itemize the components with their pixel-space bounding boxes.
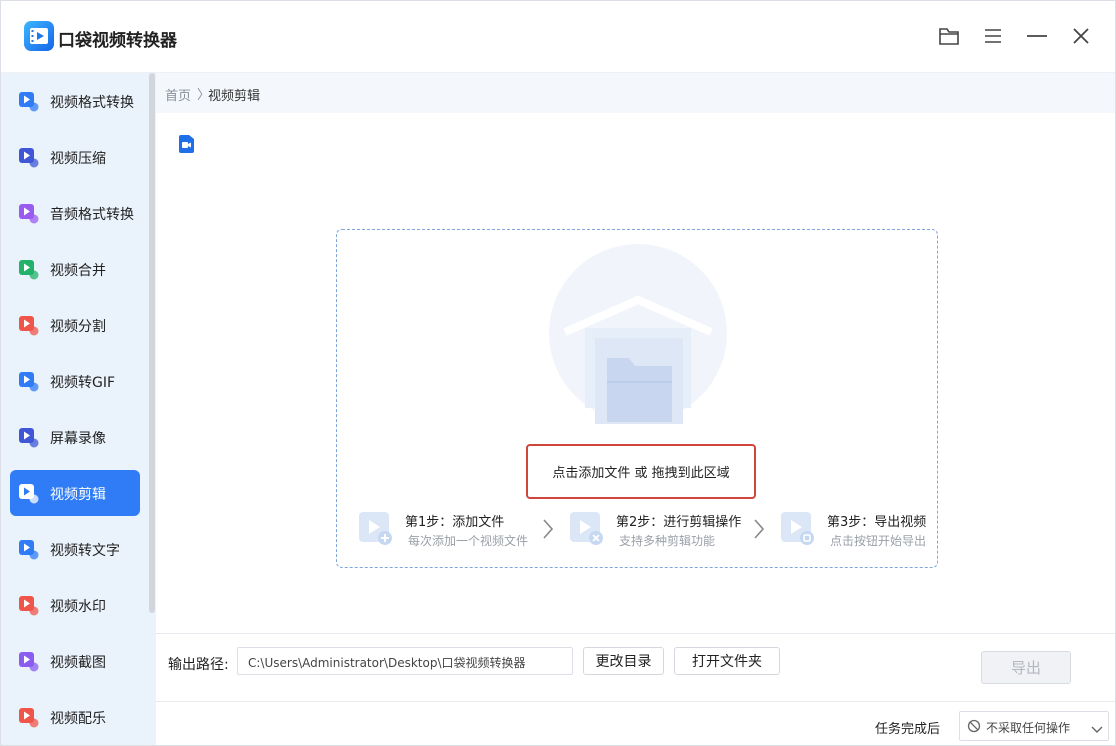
sidebar-item-label: 屏幕录像: [50, 431, 106, 447]
video-merge-icon: [19, 260, 39, 280]
step-1: 第1步：添加文件 每次添加一个视频文件: [358, 510, 538, 552]
title-bar: 口袋视频转换器: [1, 1, 1115, 73]
close-icon[interactable]: [1068, 23, 1094, 49]
video-music-icon: [19, 708, 39, 728]
sidebar-item-label: 视频格式转换: [50, 95, 134, 111]
app-title: 口袋视频转换器: [58, 31, 177, 51]
step-1-title: 第1步：添加文件: [405, 515, 505, 530]
sidebar-item-4[interactable]: 视频合并: [10, 246, 140, 292]
step-1-subtitle: 每次添加一个视频文件: [408, 534, 529, 548]
step-2: 第2步：进行剪辑操作 支持多种剪辑功能: [569, 510, 749, 552]
after-task-value: 不采取任何操作: [986, 721, 1071, 735]
sidebar-scrollbar[interactable]: [149, 73, 155, 613]
sidebar-item-9[interactable]: 视频转文字: [10, 526, 140, 572]
sidebar: 视频格式转换 视频压缩音频格式转换 视频合并视频分割视频转GIF 屏幕录像视频剪辑视频…: [1, 73, 156, 745]
video-gif-icon: [19, 372, 39, 392]
sidebar-item-label: 视频水印: [50, 599, 106, 615]
step-2-subtitle: 支持多种剪辑功能: [619, 534, 716, 548]
sidebar-item-5[interactable]: 视频分割: [10, 302, 140, 348]
add-file-hint[interactable]: 点击添加文件 或 拖拽到此区域: [526, 444, 756, 499]
sidebar-item-3[interactable]: 音频格式转换: [10, 190, 140, 236]
breadcrumb: 首页 〉 视频剪辑: [156, 73, 1115, 113]
video-convert-icon: [19, 92, 39, 112]
step-3-subtitle: 点击按钮开始导出: [830, 534, 927, 548]
chevron-right-icon: [752, 518, 766, 540]
app-logo-icon: [24, 21, 54, 51]
sidebar-item-label: 音频格式转换: [50, 207, 134, 223]
divider: [156, 701, 1115, 702]
sidebar-item-label: 视频截图: [50, 655, 106, 671]
sidebar-item-label: 视频压缩: [50, 151, 106, 167]
scissors-icon: [569, 510, 605, 546]
sidebar-item-1[interactable]: 视频格式转换: [10, 78, 140, 124]
sidebar-item-label: 视频转GIF: [50, 375, 116, 391]
add-file-icon: [358, 510, 394, 546]
sidebar-item-label: 视频转文字: [50, 543, 120, 559]
sidebar-item-7[interactable]: 屏幕录像: [10, 414, 140, 460]
breadcrumb-home[interactable]: 首页: [165, 85, 191, 104]
sidebar-item-11[interactable]: 视频截图: [10, 638, 140, 684]
video-camera-icon: [178, 134, 195, 154]
video-edit-icon: [19, 484, 39, 504]
sidebar-item-label: 视频合并: [50, 263, 106, 279]
chevron-down-icon: [1091, 722, 1103, 733]
sidebar-item-label: 视频分割: [50, 319, 106, 335]
divider: [156, 633, 1115, 634]
open-folder-button[interactable]: 打开文件夹: [674, 647, 780, 675]
audio-convert-icon: [19, 204, 39, 224]
file-dropzone[interactable]: 点击添加文件 或 拖拽到此区域 第1步：添加文件 每次添加一个视频文件 第2步：…: [336, 229, 938, 568]
screen-record-icon: [19, 428, 39, 448]
breadcrumb-current: 视频剪辑: [208, 89, 261, 104]
after-task-select[interactable]: 不采取任何操作: [959, 711, 1109, 741]
change-directory-button[interactable]: 更改目录: [583, 647, 664, 675]
sidebar-item-6[interactable]: 视频转GIF: [10, 358, 140, 404]
sidebar-item-label: 视频配乐: [50, 711, 106, 727]
export-icon: [780, 510, 816, 546]
video-screenshot-icon: [19, 652, 39, 672]
sidebar-item-label: 视频剪辑: [50, 487, 106, 503]
sidebar-item-2[interactable]: 视频压缩: [10, 134, 140, 180]
step-2-title: 第2步：进行剪辑操作: [616, 515, 742, 530]
minimize-icon[interactable]: [1024, 23, 1050, 49]
step-3-title: 第3步：导出视频: [827, 515, 927, 530]
sidebar-item-10[interactable]: 视频水印: [10, 582, 140, 628]
step-3: 第3步：导出视频 点击按钮开始导出: [780, 510, 930, 552]
output-path-field[interactable]: C:\Users\Administrator\Desktop\口袋视频转换器: [237, 647, 573, 675]
output-path-label: 输出路径:: [168, 657, 229, 673]
video-split-icon: [19, 316, 39, 336]
app-window: 口袋视频转换器 视频格式转换 视频压缩音频格式转换 视频合并视频分割视频转GIF 屏幕…: [0, 0, 1116, 746]
ban-icon: [967, 719, 981, 733]
video-to-text-icon: [19, 540, 39, 560]
export-button[interactable]: 导出: [981, 651, 1071, 684]
sidebar-item-8[interactable]: 视频剪辑: [10, 470, 140, 516]
after-task-label: 任务完成后: [875, 722, 941, 737]
video-watermark-icon: [19, 596, 39, 616]
sidebar-item-12[interactable]: 视频配乐: [10, 694, 140, 740]
folder-icon[interactable]: [936, 23, 962, 49]
video-compress-icon: [19, 148, 39, 168]
folder-illustration-icon: [547, 242, 729, 428]
menu-icon[interactable]: [980, 23, 1006, 49]
chevron-right-icon: [541, 518, 555, 540]
